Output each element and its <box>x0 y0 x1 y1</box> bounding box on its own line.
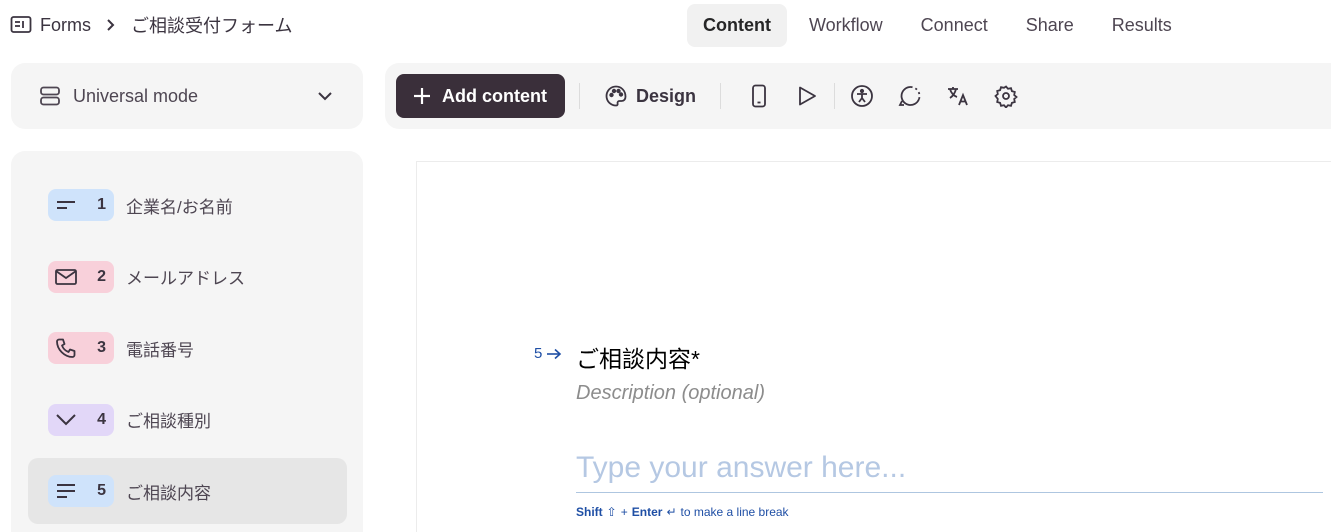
answer-input[interactable] <box>576 443 1323 493</box>
question-badge: 1 <box>48 189 114 221</box>
question-item-2[interactable]: 2 メールアドレス <box>28 244 347 310</box>
translate-icon[interactable] <box>945 83 971 109</box>
plus-icon <box>412 86 432 106</box>
add-content-button[interactable]: Add content <box>396 74 565 118</box>
question-number: 1 <box>97 196 106 213</box>
question-label: ご相談内容 <box>126 483 211 503</box>
forms-icon[interactable] <box>10 14 32 36</box>
tab-content[interactable]: Content <box>687 4 787 47</box>
question-item-3[interactable]: 3 電話番号 <box>28 315 347 381</box>
design-button[interactable]: Design <box>594 74 706 118</box>
phone-icon <box>55 337 77 359</box>
long-text-icon <box>55 480 77 502</box>
mode-label: Universal mode <box>73 85 199 106</box>
breadcrumb: Forms ご相談受付フォーム <box>10 12 292 38</box>
question-item-4[interactable]: 4 ご相談種別 <box>28 387 347 453</box>
mobile-preview-icon[interactable] <box>746 83 772 109</box>
settings-icon[interactable] <box>993 83 1019 109</box>
question-item-5[interactable]: 5 ご相談内容 <box>28 458 347 524</box>
arrow-right-icon <box>546 348 562 360</box>
tab-results[interactable]: Results <box>1096 4 1188 47</box>
chevron-right-icon <box>103 18 119 32</box>
add-content-label: Add content <box>442 85 547 106</box>
form-canvas: 5 ご相談内容* Description (optional) Shift ⇧ … <box>416 161 1331 532</box>
question-label: メールアドレス <box>126 269 245 288</box>
accessibility-icon[interactable] <box>849 83 875 109</box>
play-icon[interactable] <box>794 83 820 109</box>
enter-key-icon: ↵ <box>666 505 677 519</box>
question-number: 4 <box>97 410 106 428</box>
short-text-icon <box>55 194 77 216</box>
editor-toolbar: Add content Design <box>385 63 1331 129</box>
tab-share[interactable]: Share <box>1010 4 1090 47</box>
layout-rows-icon <box>39 85 61 107</box>
question-description[interactable]: Description (optional) <box>576 382 765 405</box>
question-number: 5 <box>97 482 106 499</box>
question-list: 1 企業名/お名前 2 メールアドレス 3 電話番号 4 ご相談種別 5 ご相談… <box>11 151 363 532</box>
toolbar-divider <box>834 83 836 109</box>
form-title[interactable]: ご相談受付フォーム <box>131 12 292 38</box>
question-label: 企業名/お名前 <box>126 197 233 217</box>
dropdown-chevron-icon <box>55 409 77 431</box>
logic-icon[interactable] <box>897 83 923 109</box>
question-number: 3 <box>97 339 106 356</box>
question-badge: 3 <box>48 332 114 364</box>
hint-shift: Shift <box>576 505 603 519</box>
hint-plus: + <box>620 505 628 519</box>
question-badge: 4 <box>48 403 114 436</box>
toolbar-divider <box>720 83 722 109</box>
mode-selector[interactable]: Universal mode <box>11 63 363 129</box>
question-index: 5 <box>534 345 562 362</box>
palette-icon <box>604 84 628 108</box>
hint-text: to make a line break <box>680 505 789 519</box>
line-break-hint: Shift ⇧ + Enter ↵ to make a line break <box>576 505 789 519</box>
hint-enter: Enter <box>631 505 663 519</box>
question-index-number: 5 <box>534 345 543 362</box>
question-number: 2 <box>97 267 106 285</box>
question-badge: 5 <box>48 475 114 507</box>
design-label: Design <box>636 85 697 106</box>
question-label: 電話番号 <box>126 340 194 360</box>
shift-key-icon: ⇧ <box>606 505 617 519</box>
tab-connect[interactable]: Connect <box>905 4 1004 47</box>
top-bar: Forms ご相談受付フォーム Content Workflow Connect… <box>0 0 1331 52</box>
breadcrumb-forms-link[interactable]: Forms <box>40 15 91 36</box>
question-item-1[interactable]: 1 企業名/お名前 <box>28 172 347 238</box>
chevron-down-icon <box>315 86 335 106</box>
mail-icon <box>55 266 77 288</box>
tab-workflow[interactable]: Workflow <box>793 4 899 47</box>
question-badge: 2 <box>48 260 114 293</box>
main-nav-tabs: Content Workflow Connect Share Results <box>687 4 1188 47</box>
toolbar-divider <box>579 83 580 109</box>
question-label: ご相談種別 <box>126 412 211 431</box>
question-title[interactable]: ご相談内容* <box>576 340 700 374</box>
